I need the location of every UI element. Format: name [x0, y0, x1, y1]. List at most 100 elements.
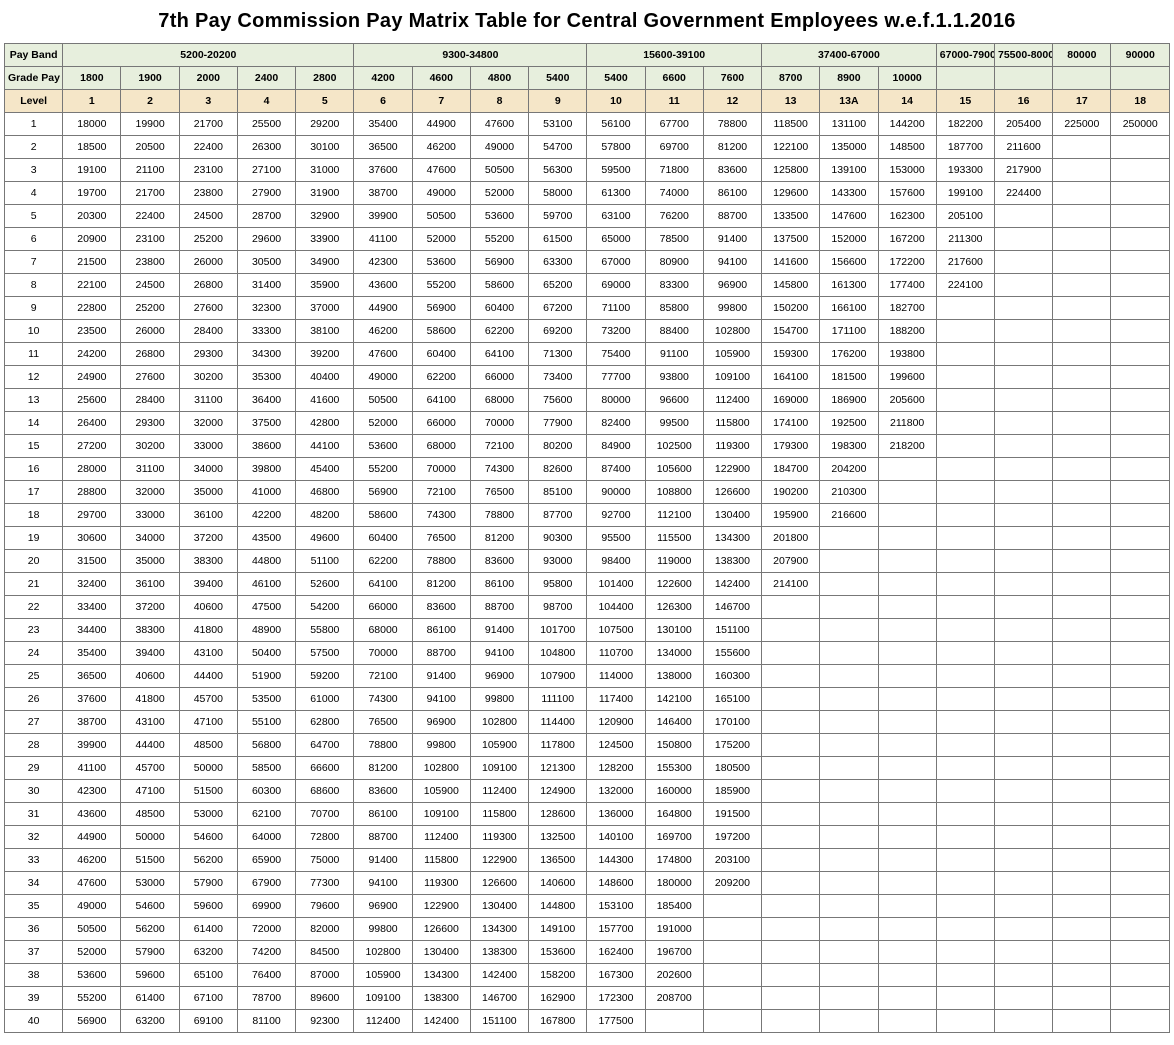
- pay-value-cell: 141600: [762, 251, 820, 274]
- pay-value-cell: 204200: [820, 458, 878, 481]
- pay-value-cell: 41000: [237, 481, 295, 504]
- pay-value-cell: 201800: [762, 527, 820, 550]
- pay-value-cell: 44900: [354, 297, 412, 320]
- pay-value-cell: 180000: [645, 872, 703, 895]
- pay-value-cell: 63300: [529, 251, 587, 274]
- pay-value-cell: 78800: [703, 113, 761, 136]
- pay-value-cell: [995, 573, 1053, 596]
- pay-value-cell: 25200: [179, 228, 237, 251]
- pay-value-cell: [762, 895, 820, 918]
- pay-value-cell: 67700: [645, 113, 703, 136]
- grade-pay-cell: 2000: [179, 67, 237, 90]
- pay-value-cell: 114000: [587, 665, 645, 688]
- pay-value-cell: [878, 458, 936, 481]
- pay-value-cell: 172300: [587, 987, 645, 1010]
- pay-value-cell: 42300: [354, 251, 412, 274]
- pay-value-cell: [878, 665, 936, 688]
- page-title: 7th Pay Commission Pay Matrix Table for …: [4, 10, 1170, 33]
- pay-value-cell: [820, 550, 878, 573]
- pay-value-cell: 117400: [587, 688, 645, 711]
- pay-value-cell: 142400: [703, 573, 761, 596]
- pay-value-cell: 32300: [237, 297, 295, 320]
- pay-value-cell: 22400: [121, 205, 179, 228]
- pay-value-cell: [995, 274, 1053, 297]
- table-row: 6209002310025200296003390041100520005520…: [5, 228, 1170, 251]
- pay-value-cell: 48500: [121, 803, 179, 826]
- pay-value-cell: [645, 1010, 703, 1033]
- pay-value-cell: [995, 527, 1053, 550]
- pay-value-cell: 154700: [762, 320, 820, 343]
- table-row: 3042300471005150060300686008360010590011…: [5, 780, 1170, 803]
- level-cell: 18: [1111, 90, 1170, 113]
- level-cell: 1: [63, 90, 121, 113]
- pay-value-cell: [820, 619, 878, 642]
- pay-value-cell: 36100: [121, 573, 179, 596]
- pay-value-cell: 35000: [179, 481, 237, 504]
- table-row: 2132400361003940046100526006410081200861…: [5, 573, 1170, 596]
- pay-value-cell: 88700: [412, 642, 470, 665]
- pay-value-cell: [878, 987, 936, 1010]
- pay-value-cell: 22100: [63, 274, 121, 297]
- pay-value-cell: 65200: [529, 274, 587, 297]
- pay-value-cell: 76500: [470, 481, 528, 504]
- pay-value-cell: 112400: [354, 1010, 412, 1033]
- pay-value-cell: 77700: [587, 366, 645, 389]
- pay-value-cell: 164800: [645, 803, 703, 826]
- pay-value-cell: 58600: [412, 320, 470, 343]
- row-index-cell: 2: [5, 136, 63, 159]
- pay-value-cell: [936, 987, 994, 1010]
- pay-value-cell: 65900: [237, 849, 295, 872]
- pay-value-cell: 31100: [179, 389, 237, 412]
- pay-value-cell: 68000: [470, 389, 528, 412]
- pay-value-cell: 132000: [587, 780, 645, 803]
- pay-value-cell: [1053, 918, 1111, 941]
- pay-value-cell: 145800: [762, 274, 820, 297]
- pay-value-cell: 130400: [412, 941, 470, 964]
- pay-value-cell: 149100: [529, 918, 587, 941]
- pay-value-cell: 70000: [412, 458, 470, 481]
- pay-value-cell: 96600: [645, 389, 703, 412]
- pay-value-cell: [995, 251, 1053, 274]
- pay-value-cell: [1111, 826, 1170, 849]
- pay-value-cell: [878, 1010, 936, 1033]
- pay-value-cell: 188200: [878, 320, 936, 343]
- pay-value-cell: 70700: [296, 803, 354, 826]
- pay-value-cell: 62200: [470, 320, 528, 343]
- pay-value-cell: 45700: [121, 757, 179, 780]
- pay-value-cell: 28400: [179, 320, 237, 343]
- pay-value-cell: 28000: [63, 458, 121, 481]
- pay-value-cell: 37200: [121, 596, 179, 619]
- pay-value-cell: 85100: [529, 481, 587, 504]
- pay-value-cell: 115800: [412, 849, 470, 872]
- pay-value-cell: 55200: [412, 274, 470, 297]
- pay-value-cell: 86100: [412, 619, 470, 642]
- pay-value-cell: 160300: [703, 665, 761, 688]
- pay-value-cell: 53000: [121, 872, 179, 895]
- pay-value-cell: 41100: [354, 228, 412, 251]
- pay-value-cell: 58600: [470, 274, 528, 297]
- pay-value-cell: [936, 895, 994, 918]
- table-row: 1224900276003020035300404004900062200660…: [5, 366, 1170, 389]
- pay-value-cell: 76400: [237, 964, 295, 987]
- pay-value-cell: [1053, 504, 1111, 527]
- level-cell: 5: [296, 90, 354, 113]
- pay-value-cell: [1111, 228, 1170, 251]
- pay-value-cell: 185400: [645, 895, 703, 918]
- pay-value-cell: 130400: [703, 504, 761, 527]
- pay-value-cell: 52600: [296, 573, 354, 596]
- pay-value-cell: [936, 366, 994, 389]
- pay-value-cell: [820, 734, 878, 757]
- pay-value-cell: 107500: [587, 619, 645, 642]
- table-row: 3346200515005620065900750009140011580012…: [5, 849, 1170, 872]
- pay-value-cell: 167300: [587, 964, 645, 987]
- pay-value-cell: [1053, 757, 1111, 780]
- table-row: 1325600284003110036400416005050064100680…: [5, 389, 1170, 412]
- level-cell: 14: [878, 90, 936, 113]
- pay-value-cell: 69200: [529, 320, 587, 343]
- pay-value-cell: 130100: [645, 619, 703, 642]
- pay-value-cell: 73200: [587, 320, 645, 343]
- pay-value-cell: [995, 734, 1053, 757]
- pay-value-cell: 61300: [587, 182, 645, 205]
- pay-value-cell: 34900: [296, 251, 354, 274]
- pay-value-cell: 91400: [354, 849, 412, 872]
